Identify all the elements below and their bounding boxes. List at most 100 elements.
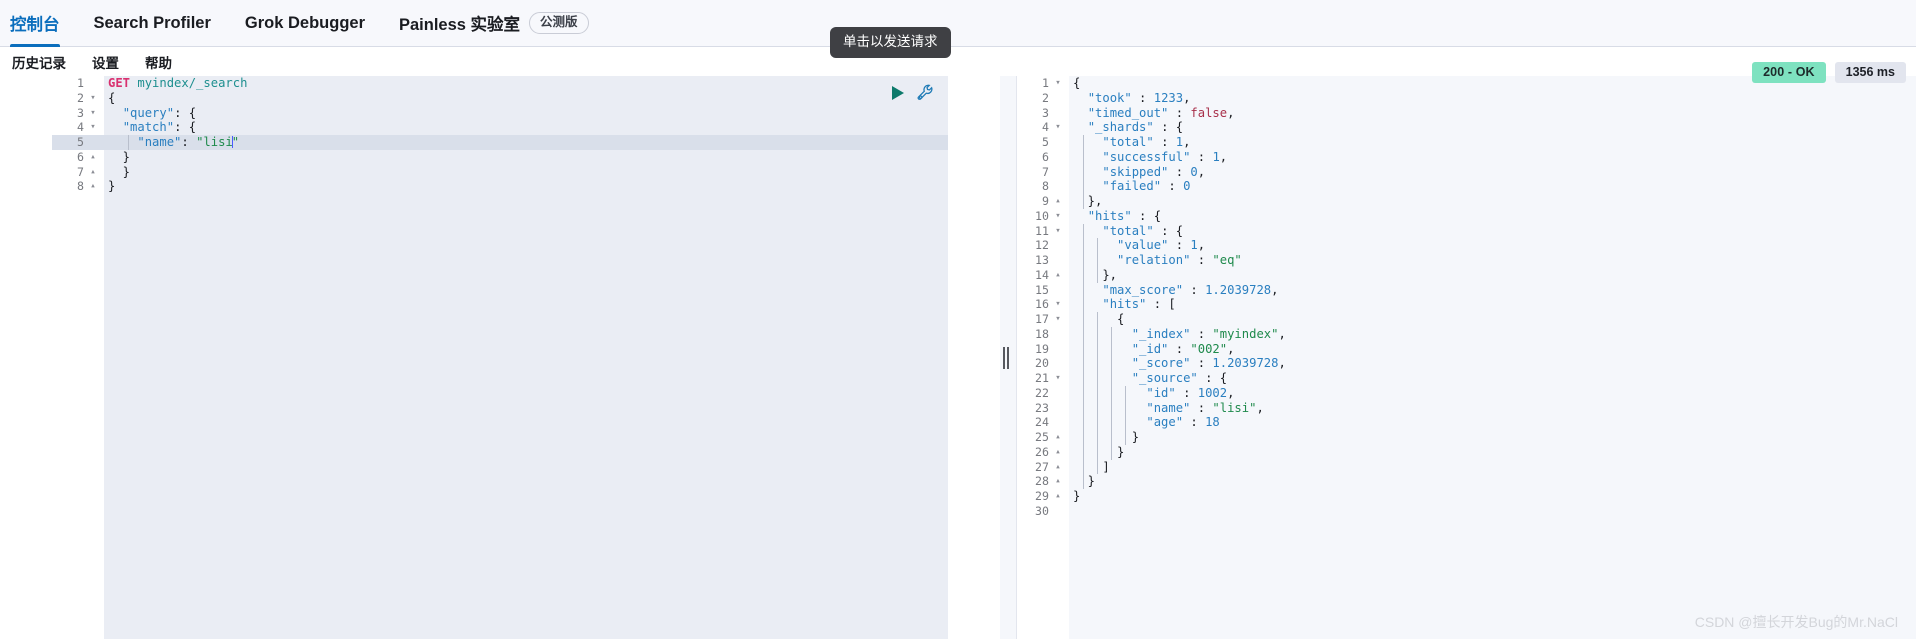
- line-number: 18: [1035, 326, 1049, 341]
- code-line[interactable]: 4 ▾ "_shards" : {: [1017, 120, 1916, 135]
- code-line[interactable]: 25 ▴ }: [1017, 430, 1916, 445]
- fold-open-icon[interactable]: ▾: [1053, 297, 1063, 312]
- submenu-item-history[interactable]: 历史记录: [12, 52, 66, 72]
- code-text: }: [108, 179, 116, 194]
- fold-close-icon[interactable]: ▴: [88, 165, 98, 180]
- code-line[interactable]: 10 ▾ "hits" : {: [1017, 209, 1916, 224]
- fold-close-icon[interactable]: ▴: [1053, 194, 1063, 209]
- code-line[interactable]: 12 "value" : 1,: [1017, 238, 1916, 253]
- response-editor[interactable]: 1 ▾{2 "took" : 1233, 3 "timed_out" : false…: [1017, 76, 1916, 639]
- tab-grok-debugger[interactable]: Grok Debugger: [245, 0, 365, 47]
- tab-search-profiler[interactable]: Search Profiler: [94, 0, 211, 47]
- code-line[interactable]: 8 ▴}: [52, 179, 948, 194]
- code-line[interactable]: 17 ▾ {: [1017, 312, 1916, 327]
- fold-open-icon[interactable]: ▾: [88, 106, 98, 121]
- fold-open-icon[interactable]: ▾: [1053, 120, 1063, 135]
- request-editor[interactable]: 1 GET myindex/_search 2 ▾ {3 ▾ "query": {4 ▾ "…: [52, 76, 948, 639]
- code-text: }: [1073, 489, 1081, 503]
- line-number: 9: [1042, 194, 1049, 208]
- fold-open-icon[interactable]: ▾: [1053, 224, 1063, 239]
- code-line[interactable]: 2 "took" : 1233,: [1017, 91, 1916, 106]
- line-number: 23: [1035, 400, 1049, 415]
- line-number: 22: [1035, 385, 1049, 400]
- line-number: 21: [1035, 371, 1049, 385]
- code-line[interactable]: 1 GET myindex/_search: [52, 76, 948, 91]
- code-line[interactable]: 29 ▴}: [1017, 489, 1916, 504]
- submenu-item-help[interactable]: 帮助: [145, 52, 172, 72]
- code-line[interactable]: 5 "name": "lisi": [52, 135, 948, 150]
- code-line[interactable]: 26 ▴ }: [1017, 445, 1916, 460]
- code-line[interactable]: 16 ▾ "hits" : [: [1017, 297, 1916, 312]
- code-line[interactable]: 28 ▴ }: [1017, 474, 1916, 489]
- code-line[interactable]: 15 "max_score" : 1.2039728,: [1017, 283, 1916, 298]
- tab-console[interactable]: 控制台: [10, 0, 60, 47]
- fold-close-icon[interactable]: ▴: [1053, 489, 1063, 504]
- beta-badge: 公测版: [529, 12, 589, 34]
- code-text: "_shards" : {: [1087, 120, 1184, 135]
- code-line[interactable]: 9 ▴ },: [1017, 194, 1916, 209]
- fold-open-icon[interactable]: ▾: [88, 120, 98, 135]
- fold-close-icon[interactable]: ▴: [1053, 445, 1063, 460]
- fold-close-icon[interactable]: ▴: [1053, 430, 1063, 445]
- code-text: }: [108, 149, 131, 164]
- line-number: 7: [1042, 164, 1049, 179]
- indent-guide: [1083, 223, 1084, 489]
- submenu-item-settings[interactable]: 设置: [92, 52, 119, 72]
- line-number: 3: [1042, 105, 1049, 120]
- pane-splitter[interactable]: [948, 76, 1017, 639]
- code-line[interactable]: 13 "relation" : "eq": [1017, 253, 1916, 268]
- response-pane: 1 ▾{2 "took" : 1233, 3 "timed_out" : false…: [1017, 76, 1916, 639]
- fold-close-icon[interactable]: ▴: [88, 150, 98, 165]
- code-line[interactable]: 6 ▴ }: [52, 150, 948, 165]
- code-text: "query": {: [122, 105, 197, 120]
- code-line[interactable]: 3 ▾ "query": {: [52, 106, 948, 121]
- line-number: 4: [1042, 120, 1049, 135]
- code-text: "match": {: [122, 120, 197, 135]
- code-line[interactable]: 27 ▴ ]: [1017, 460, 1916, 475]
- code-line[interactable]: 6 "successful" : 1,: [1017, 150, 1916, 165]
- code-text: }: [1073, 474, 1096, 489]
- code-text: "relation" : "eq": [1117, 253, 1242, 267]
- play-icon[interactable]: [892, 85, 904, 100]
- code-line[interactable]: 19 "_id" : "002",: [1017, 342, 1916, 357]
- code-line[interactable]: 23 "name" : "lisi",: [1017, 401, 1916, 416]
- fold-close-icon[interactable]: ▴: [1053, 474, 1063, 489]
- wrench-icon[interactable]: [917, 84, 934, 101]
- code-line[interactable]: 3 "timed_out" : false,: [1017, 106, 1916, 121]
- fold-open-icon[interactable]: ▾: [1053, 312, 1063, 327]
- fold-open-icon[interactable]: ▾: [88, 91, 98, 106]
- fold-close-icon[interactable]: ▴: [1053, 268, 1063, 283]
- fold-close-icon[interactable]: ▴: [1053, 460, 1063, 475]
- code-text: "total" : 1,: [1102, 135, 1191, 149]
- indent-guide: [128, 135, 129, 150]
- fold-close-icon[interactable]: ▴: [88, 179, 98, 194]
- code-text: }: [108, 164, 131, 179]
- code-text: "name" : "lisi",: [1146, 400, 1264, 415]
- code-line[interactable]: 7 "skipped" : 0,: [1017, 165, 1916, 180]
- line-number: 4: [77, 120, 84, 135]
- code-text: "_id" : "002",: [1131, 341, 1235, 356]
- code-line[interactable]: 5 "total" : 1,: [1017, 135, 1916, 150]
- fold-open-icon[interactable]: ▾: [1053, 209, 1063, 224]
- code-line[interactable]: 21 ▾ "_source" : {: [1017, 371, 1916, 386]
- code-line[interactable]: 14 ▴ },: [1017, 268, 1916, 283]
- code-line[interactable]: 11 ▾ "total" : {: [1017, 224, 1916, 239]
- drag-handle-icon[interactable]: [1001, 346, 1010, 369]
- line-number: 13: [1035, 253, 1049, 267]
- code-line[interactable]: 18 "_index" : "myindex",: [1017, 327, 1916, 342]
- line-number: 30: [1035, 503, 1049, 518]
- code-line[interactable]: 8 "failed" : 0: [1017, 179, 1916, 194]
- code-line[interactable]: 22 "id" : 1002,: [1017, 386, 1916, 401]
- indent-guide: [1111, 326, 1112, 460]
- code-line[interactable]: 20 "_score" : 1.2039728,: [1017, 356, 1916, 371]
- code-line[interactable]: 7 ▴ }: [52, 165, 948, 180]
- code-text: },: [1073, 194, 1103, 208]
- fold-open-icon[interactable]: ▾: [1053, 76, 1063, 91]
- code-line[interactable]: 2 ▾ {: [52, 91, 948, 106]
- code-line[interactable]: 24 "age" : 18: [1017, 415, 1916, 430]
- fold-open-icon[interactable]: ▾: [1053, 371, 1063, 386]
- code-line[interactable]: 4 ▾ "match": {: [52, 120, 948, 135]
- tab-painless-lab[interactable]: Painless 实验室 公测版: [399, 0, 589, 47]
- code-line[interactable]: 30: [1017, 504, 1916, 519]
- tab-spacer: [60, 23, 94, 24]
